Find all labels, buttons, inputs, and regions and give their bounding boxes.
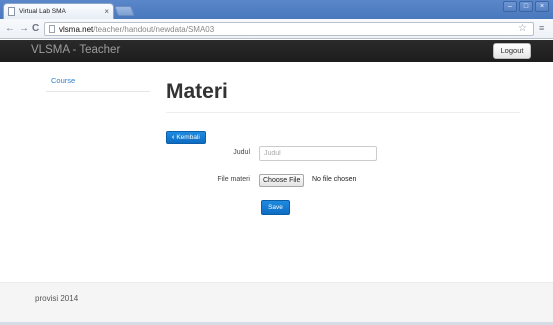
forward-arrow-icon[interactable]: → xyxy=(19,23,29,35)
file-materi-label: File materi xyxy=(217,176,250,183)
judul-label: Judul xyxy=(233,149,250,156)
brand-title[interactable]: VLSMA - Teacher xyxy=(31,44,120,56)
reload-icon[interactable]: C xyxy=(32,23,39,35)
logout-button[interactable]: Logout xyxy=(493,43,531,59)
maximize-window-button[interactable]: □ xyxy=(519,1,533,12)
bookmark-star-icon[interactable]: ☆ xyxy=(518,23,527,34)
browser-tab-strip: Virtual Lab SMA × – □ × xyxy=(0,0,553,19)
judul-input[interactable] xyxy=(259,146,377,161)
choose-file-button[interactable]: Choose File xyxy=(259,174,305,187)
close-window-button[interactable]: × xyxy=(535,1,549,12)
save-button[interactable]: Save xyxy=(261,200,290,215)
browser-tab-title: Virtual Lab SMA xyxy=(19,8,66,15)
page-favicon-icon xyxy=(8,7,15,16)
no-file-status: No file chosen xyxy=(312,176,357,183)
page-footer: provisi 2014 xyxy=(0,282,553,325)
back-button-label: Kembali xyxy=(176,134,200,141)
url-path: /teacher/handout/newdata/SMA03 xyxy=(93,24,215,34)
back-button[interactable]: ‹ Kembali xyxy=(166,131,206,144)
page-title: Materi xyxy=(166,80,228,103)
footer-text: provisi 2014 xyxy=(35,294,79,303)
minimize-window-button[interactable]: – xyxy=(503,1,517,12)
chevron-left-icon: ‹ xyxy=(172,134,175,141)
title-divider xyxy=(166,112,520,113)
window-controls: – □ × xyxy=(503,1,549,12)
app-navbar: VLSMA - Teacher Logout xyxy=(0,40,553,62)
menu-icon[interactable]: ≡ xyxy=(539,23,544,33)
new-tab-button[interactable] xyxy=(114,6,135,16)
address-bar[interactable]: vlsma.net /teacher/handout/newdata/SMA03… xyxy=(44,22,534,36)
browser-toolbar: ← → C vlsma.net /teacher/handout/newdata… xyxy=(0,19,553,39)
browser-tab[interactable]: Virtual Lab SMA × xyxy=(3,3,114,19)
page-icon xyxy=(49,25,55,33)
back-arrow-icon[interactable]: ← xyxy=(5,23,15,35)
close-tab-icon[interactable]: × xyxy=(104,7,109,16)
url-host: vlsma.net xyxy=(59,24,94,34)
sidebar-item-course[interactable]: Course xyxy=(46,76,150,92)
